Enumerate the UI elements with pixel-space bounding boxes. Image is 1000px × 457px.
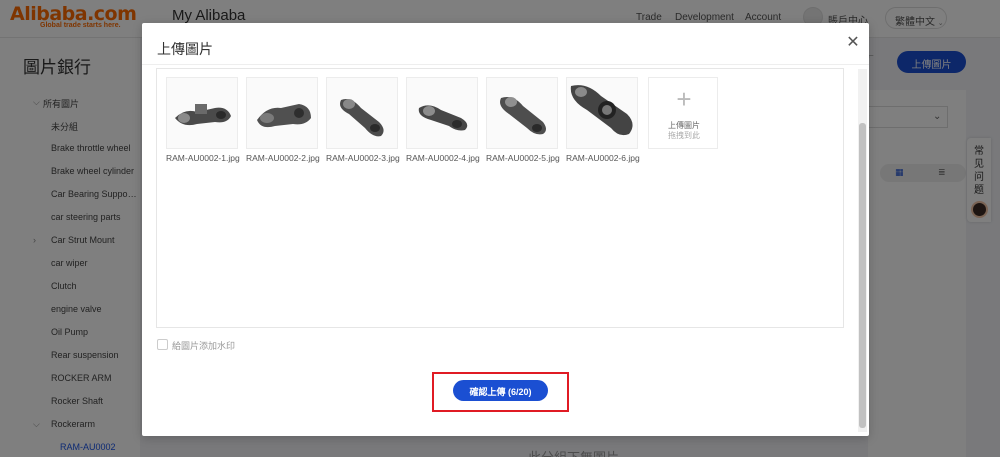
rocker-arm-image: [327, 78, 397, 148]
scrollbar-thumb[interactable]: [859, 123, 866, 428]
file-name: RAM-AU0002-5.jpg: [486, 153, 560, 163]
confirm-upload-button[interactable]: 確認上傳 (6/20): [453, 380, 548, 401]
image-thumbnail[interactable]: [406, 77, 478, 149]
rocker-arm-image: [247, 78, 317, 148]
file-name: RAM-AU0002-4.jpg: [406, 153, 480, 163]
rocker-arm-image: [167, 78, 237, 148]
close-icon[interactable]: ✕: [845, 35, 861, 51]
file-name: RAM-AU0002-1.jpg: [166, 153, 240, 163]
rocker-arm-image: [487, 78, 557, 148]
upload-dialog: 上傳圖片 ✕ RAM-AU0002-1.jpg RAM-AU0002-2.jpg…: [142, 23, 869, 436]
add-image-tile[interactable]: + 上傳圖片 拖拽到此: [648, 77, 718, 149]
image-thumbnail[interactable]: [166, 77, 238, 149]
rocker-arm-image: [567, 78, 637, 148]
image-thumbnail[interactable]: [566, 77, 638, 149]
watermark-label: 給圖片添加水印: [172, 341, 236, 351]
image-thumbnail[interactable]: [326, 77, 398, 149]
divider: [142, 64, 869, 65]
dialog-title: 上傳圖片: [157, 41, 213, 57]
image-thumbnail[interactable]: [486, 77, 558, 149]
add-tile-hint: 拖拽到此: [668, 131, 700, 140]
image-thumbnail[interactable]: [246, 77, 318, 149]
watermark-checkbox[interactable]: [157, 339, 168, 350]
file-name: RAM-AU0002-3.jpg: [326, 153, 400, 163]
rocker-arm-image: [407, 78, 477, 148]
file-name: RAM-AU0002-6.jpg: [566, 153, 640, 163]
plus-icon: +: [676, 84, 692, 114]
file-name: RAM-AU0002-2.jpg: [246, 153, 320, 163]
